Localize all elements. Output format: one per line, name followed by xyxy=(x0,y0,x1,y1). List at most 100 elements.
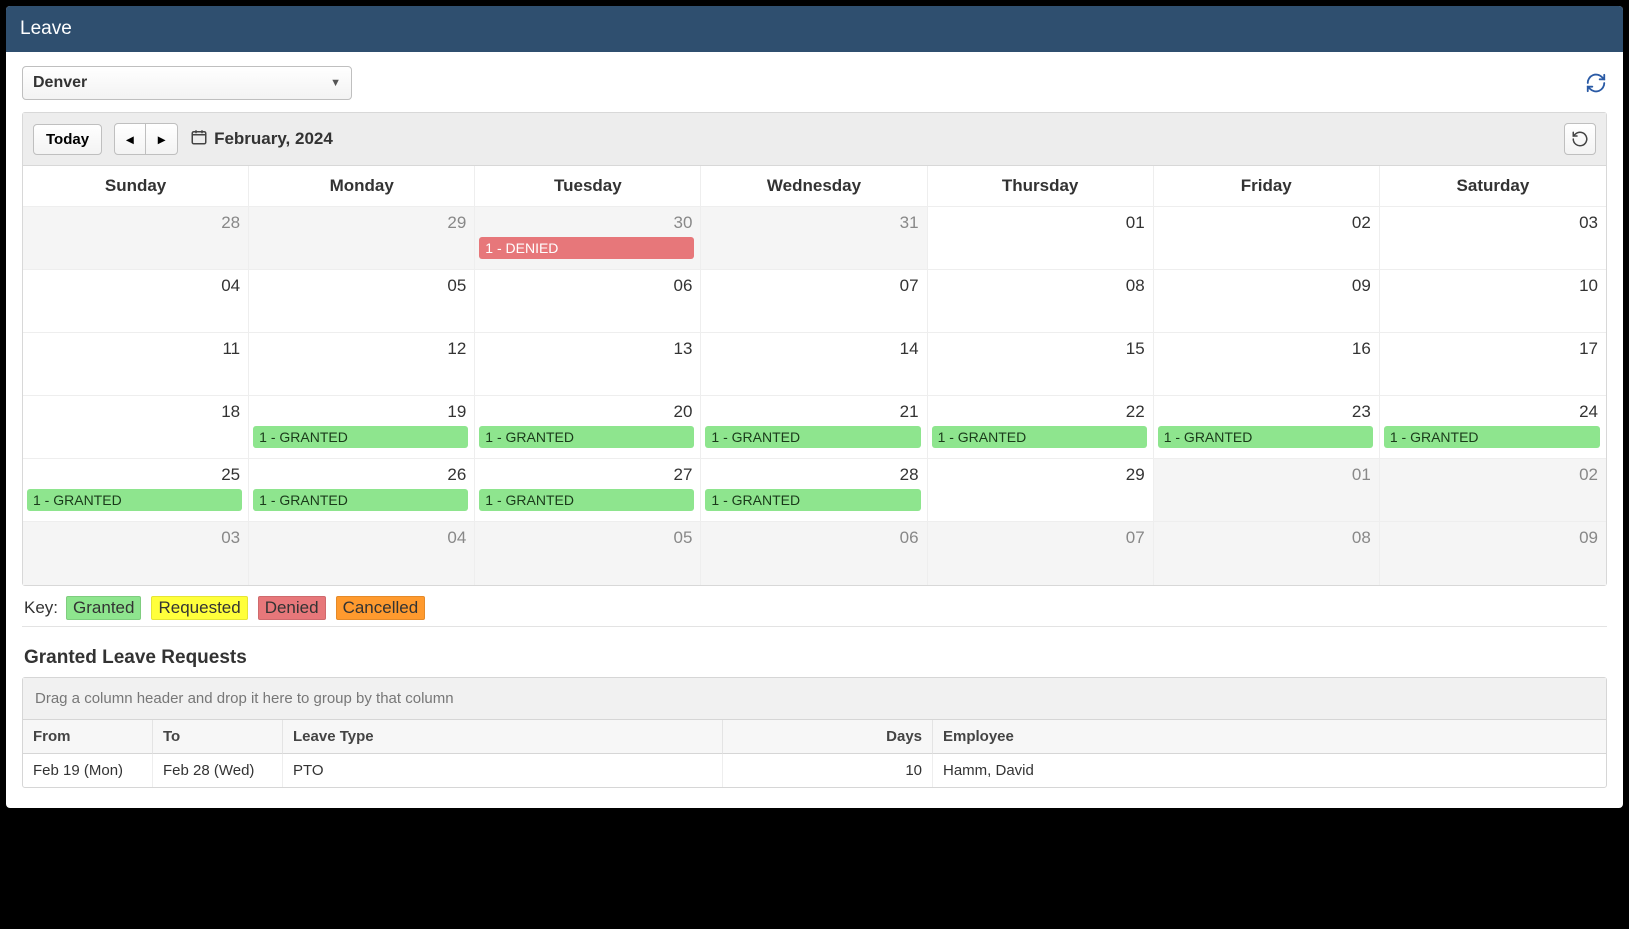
calendar-event-granted[interactable]: 1 - GRANTED xyxy=(27,489,242,511)
calendar-cell[interactable]: 08 xyxy=(1154,522,1380,585)
top-row: Denver ▼ xyxy=(22,66,1607,100)
calendar-day-number: 29 xyxy=(1126,465,1145,485)
calendar-event-granted[interactable]: 1 - GRANTED xyxy=(932,426,1147,448)
calendar-event-granted[interactable]: 1 - GRANTED xyxy=(1384,426,1600,448)
calendar-cell[interactable]: 19 1 - GRANTED xyxy=(249,396,475,459)
calendar-cell[interactable]: 01 xyxy=(928,207,1154,270)
table-row[interactable]: Feb 19 (Mon)Feb 28 (Wed)PTO10Hamm, David xyxy=(23,754,1606,787)
calendar-cell[interactable]: 05 xyxy=(475,522,701,585)
calendar-cell[interactable]: 02 xyxy=(1154,207,1380,270)
calendar-day-number: 26 xyxy=(447,465,466,485)
calendar-day-number: 07 xyxy=(900,276,919,296)
page-header: Leave xyxy=(6,6,1623,52)
calendar: Today ◂ ▸ February, 2024 xyxy=(22,112,1607,586)
calendar-cell[interactable]: 08 xyxy=(928,270,1154,333)
calendar-cell[interactable]: 29 xyxy=(249,207,475,270)
calendar-cell[interactable]: 201 - GRANTED xyxy=(475,396,701,459)
calendar-cell[interactable]: 02 xyxy=(1380,459,1606,522)
calendar-cell[interactable]: 04 xyxy=(249,522,475,585)
calendar-cell[interactable]: 27 1 - GRANTED xyxy=(475,459,701,522)
calendar-cell[interactable]: 13 xyxy=(475,333,701,396)
grid-header: From To Leave Type Days Employee xyxy=(23,720,1606,754)
calendar-day-number: 10 xyxy=(1579,276,1598,296)
month-text: February, 2024 xyxy=(214,129,333,149)
col-to[interactable]: To xyxy=(153,720,283,754)
grid-group-bar[interactable]: Drag a column header and drop it here to… xyxy=(23,678,1606,720)
calendar-event-granted[interactable]: 1 - GRANTED xyxy=(253,489,468,511)
calendar-cell[interactable]: 09 xyxy=(1154,270,1380,333)
calendar-cell[interactable]: 16 xyxy=(1154,333,1380,396)
calendar-header-thursday: Thursday xyxy=(928,166,1154,207)
location-select[interactable]: Denver ▼ xyxy=(22,66,352,100)
calendar-day-number: 29 xyxy=(447,213,466,233)
calendar-cell[interactable]: 231 - GRANTED xyxy=(1154,396,1380,459)
calendar-cell[interactable]: 301 - DENIED xyxy=(475,207,701,270)
calendar-cell[interactable]: 18 xyxy=(23,396,249,459)
calendar-cell[interactable]: 12 xyxy=(249,333,475,396)
key-requested: Requested xyxy=(151,596,247,620)
calendar-cell[interactable]: 28 1 - GRANTED xyxy=(701,459,927,522)
calendar-day-number: 06 xyxy=(674,276,693,296)
calendar-event-granted[interactable]: 1 - GRANTED xyxy=(705,426,920,448)
calendar-cell[interactable]: 221 - GRANTED xyxy=(928,396,1154,459)
calendar-cell[interactable]: 07 xyxy=(928,522,1154,585)
calendar-cell[interactable]: 21 1 - GRANTED xyxy=(701,396,927,459)
calendar-day-number: 04 xyxy=(447,528,466,548)
calendar-cell[interactable]: 11 xyxy=(23,333,249,396)
calendar-cell[interactable]: 28 xyxy=(23,207,249,270)
page-content: Denver ▼ Today ◂ ▸ xyxy=(6,52,1623,808)
calendar-day-number: 01 xyxy=(1352,465,1371,485)
col-from[interactable]: From xyxy=(23,720,153,754)
calendar-event-granted[interactable]: 1 - GRANTED xyxy=(479,489,694,511)
calendar-event-denied[interactable]: 1 - DENIED xyxy=(479,237,694,259)
calendar-day-number: 09 xyxy=(1352,276,1371,296)
calendar-cell[interactable]: 07 xyxy=(701,270,927,333)
calendar-cell[interactable]: 06 xyxy=(475,270,701,333)
calendar-cell[interactable]: 14 xyxy=(701,333,927,396)
calendar-header-saturday: Saturday xyxy=(1380,166,1606,207)
prev-month-button[interactable]: ◂ xyxy=(114,123,146,155)
calendar-day-number: 21 xyxy=(900,402,919,422)
calendar-day-number: 16 xyxy=(1352,339,1371,359)
calendar-body: 2829301 - DENIED310102030405060708091011… xyxy=(23,207,1606,585)
calendar-cell[interactable]: 06 xyxy=(701,522,927,585)
calendar-cell[interactable]: 09 xyxy=(1380,522,1606,585)
col-employee[interactable]: Employee xyxy=(933,720,1606,754)
calendar-day-number: 14 xyxy=(900,339,919,359)
calendar-day-number: 03 xyxy=(221,528,240,548)
calendar-reload-button[interactable] xyxy=(1564,123,1596,155)
calendar-day-number: 28 xyxy=(900,465,919,485)
calendar-day-number: 18 xyxy=(221,402,240,422)
calendar-day-number: 09 xyxy=(1579,528,1598,548)
calendar-cell[interactable]: 01 xyxy=(1154,459,1380,522)
month-label[interactable]: February, 2024 xyxy=(190,128,333,151)
calendar-cell[interactable]: 10 xyxy=(1380,270,1606,333)
calendar-day-number: 08 xyxy=(1352,528,1371,548)
calendar-cell[interactable]: 29 xyxy=(928,459,1154,522)
calendar-cell[interactable]: 31 xyxy=(701,207,927,270)
calendar-cell[interactable]: 26 1 - GRANTED xyxy=(249,459,475,522)
refresh-icon[interactable] xyxy=(1585,72,1607,94)
col-leave-type[interactable]: Leave Type xyxy=(283,720,723,754)
calendar-event-granted[interactable]: 1 - GRANTED xyxy=(1158,426,1373,448)
calendar-day-number: 08 xyxy=(1126,276,1145,296)
calendar-cell[interactable]: 17 xyxy=(1380,333,1606,396)
calendar-cell[interactable]: 03 xyxy=(23,522,249,585)
today-button[interactable]: Today xyxy=(33,124,102,155)
calendar-cell[interactable]: 03 xyxy=(1380,207,1606,270)
calendar-event-granted[interactable]: 1 - GRANTED xyxy=(705,489,920,511)
calendar-day-number: 27 xyxy=(674,465,693,485)
calendar-cell[interactable]: 05 xyxy=(249,270,475,333)
calendar-cell[interactable]: 04 xyxy=(23,270,249,333)
calendar-event-granted[interactable]: 1 - GRANTED xyxy=(253,426,468,448)
next-month-button[interactable]: ▸ xyxy=(146,123,178,155)
calendar-header-friday: Friday xyxy=(1154,166,1380,207)
calendar-event-granted[interactable]: 1 - GRANTED xyxy=(479,426,694,448)
calendar-day-number: 02 xyxy=(1352,213,1371,233)
calendar-day-number: 19 xyxy=(447,402,466,422)
calendar-row: 18191 - GRANTED201 - GRANTED211 - GRANTE… xyxy=(23,396,1606,459)
calendar-cell[interactable]: 241 - GRANTED xyxy=(1380,396,1606,459)
calendar-cell[interactable]: 251 - GRANTED xyxy=(23,459,249,522)
calendar-cell[interactable]: 15 xyxy=(928,333,1154,396)
col-days[interactable]: Days xyxy=(723,720,933,754)
